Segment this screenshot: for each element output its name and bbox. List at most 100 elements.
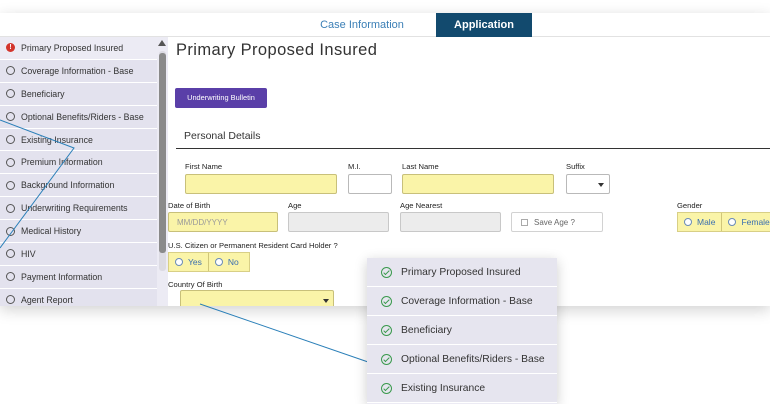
- sidebar-item-primary-proposed-insured[interactable]: ! Primary Proposed Insured: [0, 37, 157, 60]
- citizen-label: U.S. Citizen or Permanent Resident Card …: [168, 241, 338, 250]
- sidebar-item-medical-history[interactable]: Medical History: [0, 220, 157, 244]
- underwriting-bulletin-button[interactable]: Underwriting Bulletin: [175, 88, 267, 108]
- tab-application[interactable]: Application: [436, 13, 532, 37]
- top-tab-bar: Case Information Application: [0, 13, 770, 37]
- circle-icon: [6, 135, 15, 144]
- date-placeholder: MM/DD/YYYY: [177, 218, 228, 227]
- popup-item-label: Coverage Information - Base: [401, 295, 533, 307]
- save-age-label: Save Age ?: [534, 218, 575, 227]
- sidebar-item-premium-information[interactable]: Premium Information: [0, 151, 157, 175]
- citizen-yes-label: Yes: [188, 257, 202, 267]
- radio-icon: [728, 218, 737, 226]
- radio-icon: [684, 218, 692, 226]
- popup-item-label: Existing Insurance: [401, 382, 486, 394]
- scrollbar-thumb[interactable]: [159, 53, 166, 253]
- completed-sections-popup: Primary Proposed Insured Coverage Inform…: [367, 258, 557, 404]
- circle-icon: [6, 66, 15, 76]
- circle-icon: [6, 157, 15, 167]
- chevron-down-icon: [323, 299, 329, 303]
- sidebar-item-label: Premium Information: [21, 157, 103, 168]
- sidebar-nav: ! Primary Proposed Insured Coverage Infor…: [0, 37, 168, 306]
- popup-item-label: Primary Proposed Insured: [401, 266, 521, 278]
- citizen-no-option[interactable]: No: [207, 253, 245, 271]
- sidebar-item-underwriting-requirements[interactable]: Underwriting Requirements: [0, 197, 157, 221]
- gender-radio-group: Male Female: [677, 212, 770, 232]
- last-name-input[interactable]: [402, 174, 554, 194]
- date-of-birth-input[interactable]: MM/DD/YYYY: [168, 212, 278, 232]
- check-circle-icon: [381, 266, 392, 278]
- gender-female-option[interactable]: Female: [721, 213, 770, 231]
- sidebar-item-label: Agent Report: [21, 294, 73, 305]
- circle-icon: [6, 226, 15, 236]
- circle-icon: [6, 112, 15, 122]
- sidebar-item-label: Underwriting Requirements: [21, 203, 128, 214]
- connector-line-popup: [199, 303, 372, 364]
- middle-initial-input[interactable]: [348, 174, 392, 194]
- radio-icon: [214, 258, 223, 266]
- save-age-toggle[interactable]: Save Age ?: [511, 212, 603, 232]
- popup-item-primary-proposed-insured[interactable]: Primary Proposed Insured: [367, 258, 557, 287]
- circle-icon: [6, 89, 15, 99]
- gender-male-option[interactable]: Male: [678, 213, 721, 231]
- sidebar-item-label: HIV: [21, 248, 36, 259]
- sidebar-item-payment-information[interactable]: Payment Information: [0, 265, 157, 289]
- sidebar-item-existing-insurance[interactable]: Existing Insurance: [0, 128, 157, 152]
- check-circle-icon: [381, 353, 392, 365]
- age-input: [288, 212, 389, 232]
- sidebar-item-coverage-information[interactable]: Coverage Information - Base: [0, 59, 157, 83]
- sidebar-item-label: Payment Information: [21, 271, 103, 282]
- sidebar-item-agent-report[interactable]: Agent Report: [0, 288, 157, 306]
- citizen-yes-option[interactable]: Yes: [169, 253, 208, 271]
- suffix-label: Suffix: [566, 162, 585, 171]
- sidebar-item-label: Optional Benefits/Riders - Base: [21, 111, 144, 122]
- popup-item-coverage-information[interactable]: Coverage Information - Base: [367, 287, 557, 316]
- gender-label: Gender: [677, 201, 703, 210]
- sidebar-item-label: Coverage Information - Base: [21, 65, 134, 76]
- gender-male-label: Male: [697, 217, 716, 227]
- circle-icon: [6, 249, 15, 259]
- sidebar-item-hiv[interactable]: HIV: [0, 243, 157, 266]
- sidebar-item-background-information[interactable]: Background Information: [0, 174, 157, 198]
- date-of-birth-label: Date of Birth: [168, 201, 211, 210]
- check-circle-icon: [381, 382, 392, 394]
- popup-item-beneficiary[interactable]: Beneficiary: [367, 316, 557, 345]
- section-title: Personal Details: [184, 130, 261, 142]
- sidebar-item-label: Background Information: [21, 180, 115, 191]
- check-circle-icon: [381, 324, 392, 336]
- age-nearest-label: Age Nearest: [400, 201, 443, 210]
- page-title: Primary Proposed Insured: [176, 41, 378, 59]
- warning-icon: !: [6, 43, 15, 53]
- age-nearest-input: [400, 212, 501, 232]
- circle-icon: [6, 272, 15, 282]
- country-of-birth-label: Country Of Birth: [168, 280, 223, 289]
- suffix-select[interactable]: [566, 174, 610, 194]
- sidebar-item-label: Existing Insurance: [21, 134, 93, 145]
- circle-icon: [6, 203, 15, 213]
- sidebar-item-label: Primary Proposed Insured: [21, 42, 124, 53]
- section-divider: [176, 148, 770, 149]
- age-label: Age: [288, 201, 302, 210]
- citizen-radio-group: Yes No: [168, 252, 250, 272]
- gender-female-label: Female: [741, 217, 770, 227]
- radio-icon: [175, 258, 183, 266]
- save-age-checkbox[interactable]: [521, 219, 528, 226]
- tab-case-information[interactable]: Case Information: [292, 13, 432, 37]
- scroll-up-arrow-icon[interactable]: [158, 40, 166, 46]
- circle-icon: [6, 295, 15, 305]
- popup-item-optional-benefits[interactable]: Optional Benefits/Riders - Base: [367, 345, 557, 374]
- chevron-down-icon: [598, 183, 604, 187]
- middle-initial-label: M.I.: [348, 162, 361, 171]
- sidebar-item-label: Beneficiary: [21, 88, 65, 99]
- popup-item-existing-insurance[interactable]: Existing Insurance: [367, 374, 557, 403]
- first-name-label: First Name: [185, 162, 223, 171]
- country-of-birth-select[interactable]: [180, 290, 334, 306]
- popup-item-label: Beneficiary: [401, 324, 452, 336]
- sidebar-item-label: Medical History: [21, 226, 82, 237]
- check-circle-icon: [381, 295, 392, 307]
- popup-item-label: Optional Benefits/Riders - Base: [401, 353, 545, 365]
- sidebar-item-beneficiary[interactable]: Beneficiary: [0, 82, 157, 106]
- citizen-no-label: No: [227, 257, 239, 267]
- circle-icon: [6, 180, 15, 190]
- sidebar-item-optional-benefits[interactable]: Optional Benefits/Riders - Base: [0, 105, 157, 129]
- first-name-input[interactable]: [185, 174, 337, 194]
